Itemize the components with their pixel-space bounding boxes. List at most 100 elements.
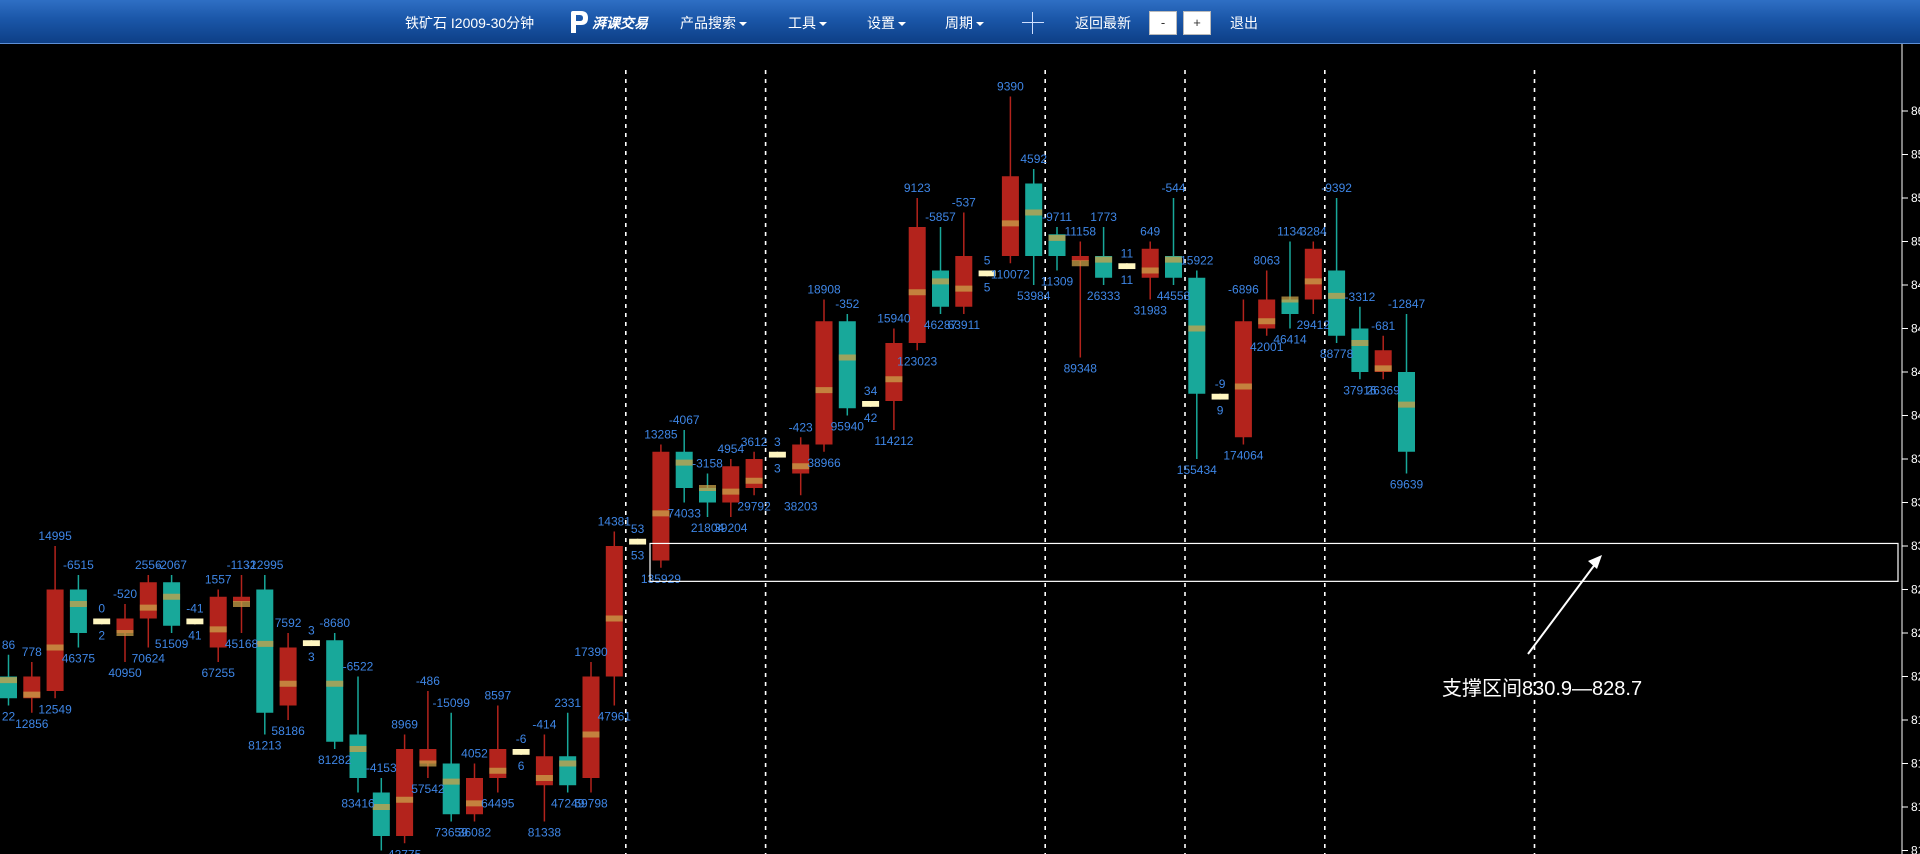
candle-top-label: 11 bbox=[1121, 246, 1134, 260]
candle-bottom-label: 29412 bbox=[1297, 318, 1331, 332]
candle-marker bbox=[209, 626, 227, 633]
candle-marker bbox=[349, 746, 367, 752]
candle-bottom-label: 36082 bbox=[458, 826, 492, 840]
candle-top-label: -3312 bbox=[1345, 290, 1376, 304]
candle-top-label: -9392 bbox=[1321, 181, 1352, 195]
menu-settings[interactable]: 设置 bbox=[867, 0, 906, 44]
candle-marker bbox=[419, 760, 437, 767]
candle-bottom-label: 95940 bbox=[831, 420, 865, 434]
return-latest-button[interactable]: 返回最新 bbox=[1075, 0, 1131, 44]
candle-body bbox=[372, 792, 390, 836]
candle-marker bbox=[372, 804, 390, 810]
candle-top-label: 3284 bbox=[1300, 225, 1327, 239]
candle-top-label: -520 bbox=[113, 587, 137, 601]
candle-marker bbox=[1048, 234, 1066, 241]
candle-marker bbox=[1258, 318, 1276, 325]
candle-top-label: -5857 bbox=[925, 210, 956, 224]
candle-bottom-label: 46375 bbox=[62, 652, 96, 666]
candle-top-label: 11158 bbox=[1065, 225, 1097, 239]
candle-top-label: 3 bbox=[308, 623, 315, 637]
candle-bottom-label: 22 bbox=[2, 710, 16, 724]
menu-period[interactable]: 周期 bbox=[945, 0, 984, 44]
candle-top-label: -352 bbox=[835, 297, 859, 311]
price-axis-tick-label: 843 bbox=[1911, 365, 1920, 379]
price-axis-tick-label: 837 bbox=[1911, 452, 1920, 466]
candle-marker bbox=[1398, 401, 1415, 408]
candle-top-label: 0 bbox=[98, 602, 105, 616]
crosshair-icon[interactable] bbox=[1022, 12, 1044, 34]
candle-top-label: 649 bbox=[1140, 225, 1160, 239]
zoom-out-button[interactable]: - bbox=[1149, 11, 1177, 35]
candle-top-label: -12847 bbox=[1388, 297, 1426, 311]
candle-body bbox=[838, 321, 856, 409]
candle-marker bbox=[1001, 220, 1019, 227]
chevron-down-icon bbox=[739, 22, 747, 27]
candle-top-label: -9711 bbox=[1042, 210, 1072, 224]
candle-bottom-label: 57542 bbox=[411, 782, 445, 796]
candle-top-label: 14381 bbox=[598, 515, 632, 529]
price-axis-tick-label: 846 bbox=[1911, 322, 1920, 336]
candle-bottom-label: 51509 bbox=[155, 637, 189, 651]
arrow-head-icon bbox=[1588, 555, 1602, 569]
candle-body bbox=[302, 640, 320, 647]
candle-bottom-label: 110072 bbox=[991, 267, 1030, 281]
logo-mark-icon bbox=[571, 11, 588, 33]
price-axis-tick-label: 810 bbox=[1911, 844, 1920, 854]
candle-bottom-label: 174064 bbox=[1223, 449, 1263, 463]
support-zone-label: 支撑区间830.9—828.7 bbox=[1442, 677, 1642, 700]
candle-bottom-label: 58186 bbox=[271, 724, 305, 738]
candle-marker bbox=[605, 615, 623, 622]
candle-marker bbox=[489, 767, 507, 774]
candle-bottom-label: 89348 bbox=[1064, 362, 1098, 376]
candle-marker bbox=[139, 604, 157, 611]
candle-bottom-label: 63911 bbox=[948, 318, 981, 332]
candle-body bbox=[69, 589, 87, 633]
candle-body bbox=[349, 734, 367, 778]
candle-body bbox=[862, 401, 880, 407]
chevron-down-icon bbox=[976, 22, 984, 27]
support-zone-box bbox=[649, 542, 1899, 582]
candle-body bbox=[1234, 321, 1252, 438]
candle-marker bbox=[1095, 256, 1113, 263]
candle-body bbox=[186, 618, 204, 625]
candle-bottom-label: 42 bbox=[864, 411, 878, 425]
price-axis-tick-label: 825 bbox=[1911, 626, 1920, 640]
candle-top-label: -2067 bbox=[156, 558, 187, 572]
candle-bottom-label: 64495 bbox=[481, 797, 515, 811]
candle-body bbox=[1188, 277, 1206, 394]
price-axis-tick-label: 852 bbox=[1911, 235, 1920, 249]
candle-marker bbox=[1328, 292, 1346, 299]
candle-top-label: -6515 bbox=[63, 558, 94, 572]
candle-marker bbox=[1234, 383, 1252, 390]
price-axis-tick-label: 831 bbox=[1911, 539, 1920, 553]
candle-top-label: 8597 bbox=[484, 689, 511, 703]
candle-marker bbox=[1351, 340, 1369, 346]
instrument-title: 铁矿石 I2009-30分钟 bbox=[405, 15, 535, 31]
menu-tools[interactable]: 工具 bbox=[788, 0, 827, 44]
candle-top-label: -544 bbox=[1161, 181, 1185, 195]
candle-top-label: 3 bbox=[774, 435, 781, 449]
candle-marker bbox=[46, 644, 64, 651]
candle-top-label: -3158 bbox=[692, 457, 723, 471]
candle-bottom-label: 12549 bbox=[38, 702, 72, 716]
candle-bottom-label: 29792 bbox=[737, 499, 771, 513]
candle-bottom-label: 38203 bbox=[784, 499, 818, 513]
exit-button[interactable]: 退出 bbox=[1230, 0, 1258, 44]
candle-top-label: 17390 bbox=[574, 645, 608, 659]
price-axis-tick-label: 813 bbox=[1911, 800, 1920, 814]
candle-body bbox=[93, 618, 111, 625]
candle-bottom-label: 3 bbox=[774, 462, 781, 476]
candle-body bbox=[1304, 248, 1322, 300]
menu-product-search[interactable]: 产品搜索 bbox=[680, 0, 747, 44]
candle-marker bbox=[279, 680, 297, 687]
candle-bottom-label: 81338 bbox=[528, 826, 562, 840]
zoom-in-button[interactable]: + bbox=[1183, 11, 1211, 35]
candlestick-chart[interactable]: 86 22 778 12856 14995 12549 -6515 46375 0 2 -520 40… bbox=[0, 44, 1920, 854]
candle-bottom-label: 81282 bbox=[318, 753, 352, 767]
candle-top-label: -15099 bbox=[433, 696, 471, 710]
candle-marker bbox=[1025, 209, 1043, 216]
candle-body bbox=[279, 647, 297, 706]
chevron-down-icon bbox=[819, 22, 827, 27]
candle-body bbox=[605, 546, 623, 677]
candle-top-label: -423 bbox=[789, 420, 813, 434]
